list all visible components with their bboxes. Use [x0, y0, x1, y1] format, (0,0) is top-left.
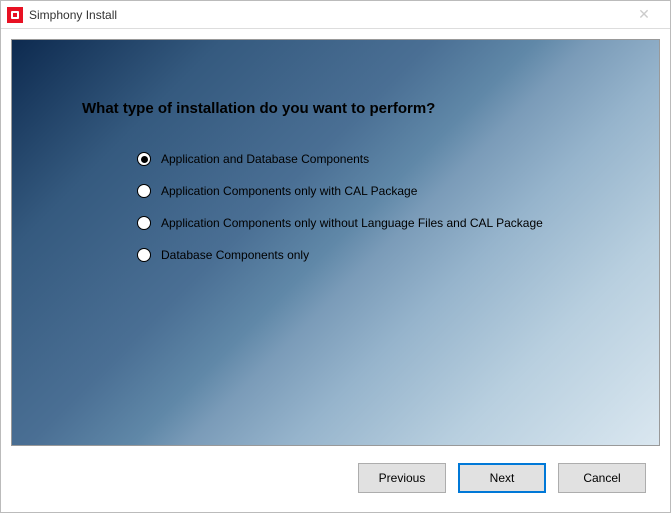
- app-icon: [7, 7, 23, 23]
- option-label: Application Components only without Lang…: [161, 216, 543, 230]
- titlebar: Simphony Install ✕: [1, 1, 670, 29]
- option-app-with-cal[interactable]: Application Components only with CAL Pac…: [137, 184, 589, 198]
- installer-window: Simphony Install ✕ What type of installa…: [0, 0, 671, 513]
- option-label: Database Components only: [161, 248, 309, 262]
- radio-icon: [137, 248, 151, 262]
- button-row: Previous Next Cancel: [11, 454, 660, 502]
- radio-icon: [137, 184, 151, 198]
- radio-icon: [137, 152, 151, 166]
- next-button[interactable]: Next: [458, 463, 546, 493]
- main-panel: What type of installation do you want to…: [11, 39, 660, 446]
- option-db-only[interactable]: Database Components only: [137, 248, 589, 262]
- option-app-and-db[interactable]: Application and Database Components: [137, 152, 589, 166]
- option-app-without-lang-cal[interactable]: Application Components only without Lang…: [137, 216, 589, 230]
- option-label: Application and Database Components: [161, 152, 369, 166]
- previous-button[interactable]: Previous: [358, 463, 446, 493]
- install-options: Application and Database Components Appl…: [137, 152, 589, 262]
- option-label: Application Components only with CAL Pac…: [161, 184, 417, 198]
- close-icon[interactable]: ✕: [624, 2, 664, 28]
- content-area: What type of installation do you want to…: [1, 29, 670, 512]
- cancel-button[interactable]: Cancel: [558, 463, 646, 493]
- window-title: Simphony Install: [29, 8, 624, 22]
- page-heading: What type of installation do you want to…: [82, 100, 589, 117]
- radio-icon: [137, 216, 151, 230]
